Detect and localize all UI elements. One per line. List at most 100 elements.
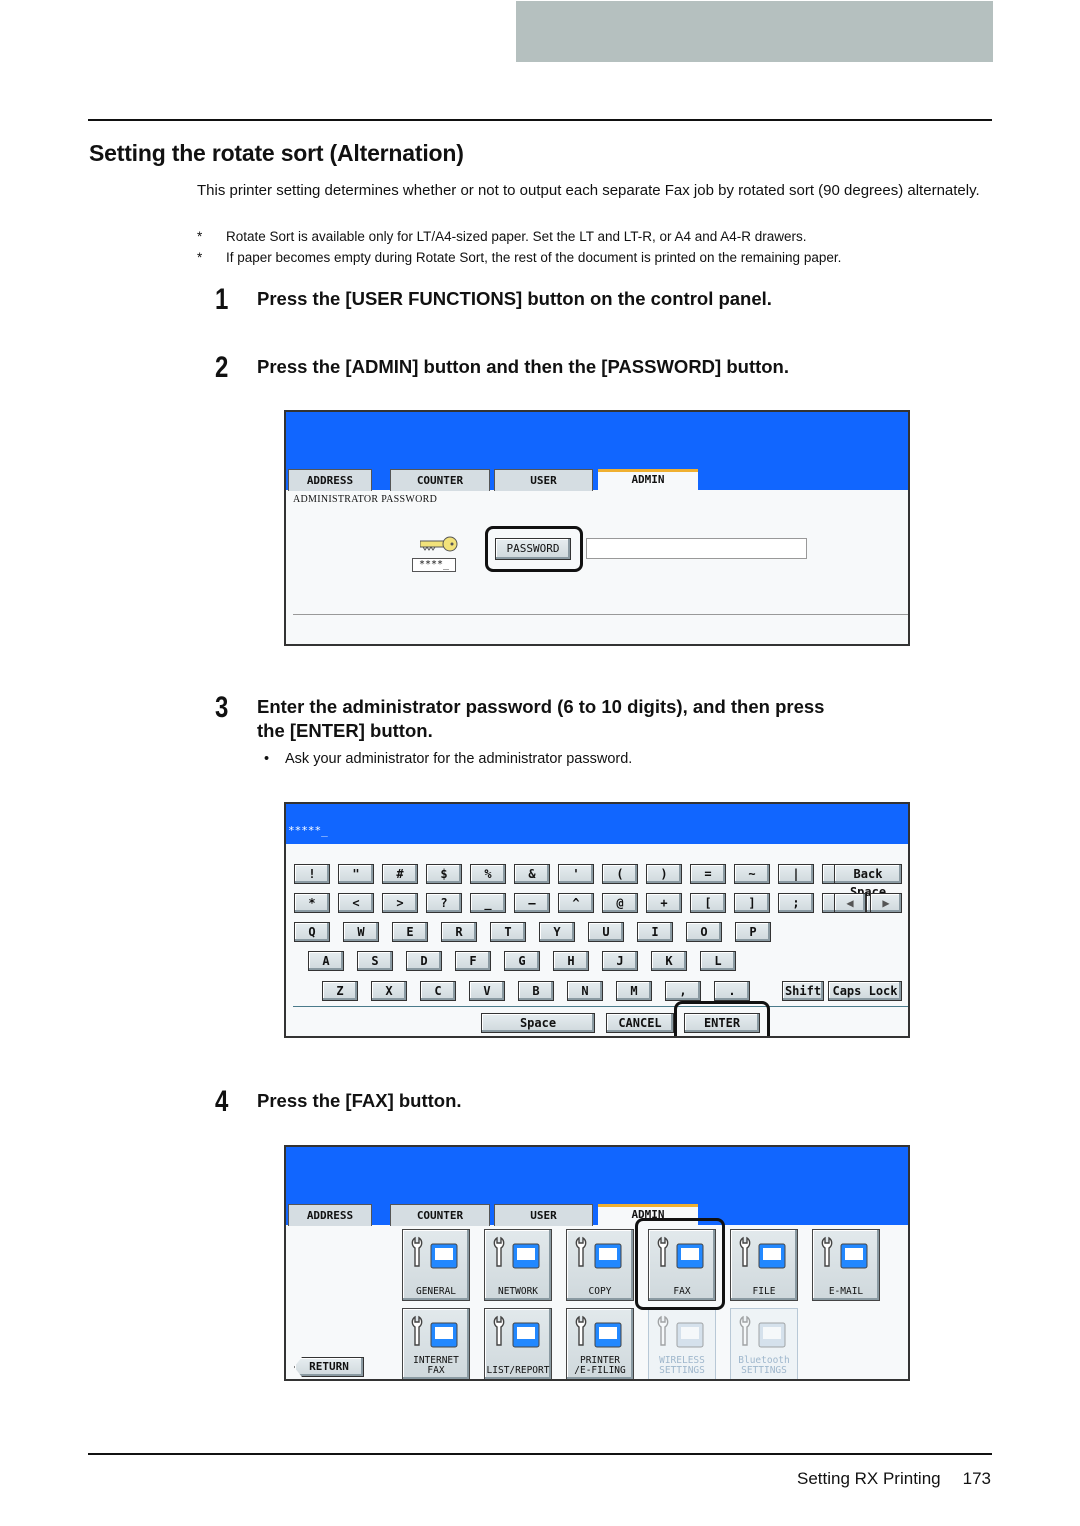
keyboard-key[interactable]: Z — [322, 981, 358, 1001]
keyboard-key[interactable]: # — [382, 864, 418, 884]
note-text: If paper becomes empty during Rotate Sor… — [226, 250, 842, 265]
settings-tile-list-report[interactable]: LIST/REPORT — [484, 1308, 552, 1379]
wireless-settings-icon — [657, 1315, 704, 1348]
keyboard-key[interactable]: C — [420, 981, 456, 1001]
screen-header-bar — [286, 1147, 908, 1225]
keyboard-key[interactable]: + — [646, 893, 682, 913]
keyboard-key[interactable]: ! — [294, 864, 330, 884]
tile-label: E-MAIL — [828, 1286, 864, 1297]
keyboard-key[interactable]: ^ — [558, 893, 594, 913]
keyboard-key[interactable]: * — [294, 893, 330, 913]
keyboard-key[interactable]: R — [441, 922, 477, 942]
keyboard-key[interactable]: < — [338, 893, 374, 913]
tab-admin[interactable]: ADMIN — [598, 469, 698, 493]
keyboard-key[interactable]: Y — [539, 922, 575, 942]
tab-counter[interactable]: COUNTER — [390, 469, 490, 491]
keyboard-key[interactable]: " — [338, 864, 374, 884]
keyboard-key[interactable]: , — [665, 981, 701, 1001]
general-settings-icon — [411, 1236, 458, 1269]
keyboard-key[interactable]: G — [504, 951, 540, 971]
tab-address[interactable]: ADDRESS — [288, 1204, 372, 1226]
masked-password-hint: ****_ — [412, 558, 456, 572]
arrow-left-key[interactable]: ◀ — [834, 893, 866, 913]
password-field[interactable] — [586, 538, 807, 559]
keyboard-key[interactable]: ) — [646, 864, 682, 884]
keyboard-key[interactable]: ( — [602, 864, 638, 884]
keyboard-key[interactable]: ? — [426, 893, 462, 913]
keyboard-key[interactable]: . — [714, 981, 750, 1001]
settings-tile-network[interactable]: NETWORK — [484, 1229, 552, 1301]
keyboard-key[interactable]: J — [602, 951, 638, 971]
settings-tile-copy[interactable]: COPY — [566, 1229, 634, 1301]
keyboard-key[interactable]: — — [514, 893, 550, 913]
page-number: 173 — [962, 1469, 991, 1488]
space-key[interactable]: Space — [481, 1013, 595, 1033]
caps-lock-key[interactable]: Caps Lock — [828, 981, 902, 1001]
settings-tile-internet-fax[interactable]: INTERNET FAX — [402, 1308, 470, 1379]
keyboard-key[interactable]: L — [700, 951, 736, 971]
internet-fax-settings-icon — [411, 1315, 458, 1348]
tab-user[interactable]: USER — [494, 469, 593, 491]
keyboard-key[interactable]: B — [518, 981, 554, 1001]
keyboard-key[interactable]: ; — [778, 893, 814, 913]
keyboard-key[interactable]: S — [357, 951, 393, 971]
keyboard-key[interactable]: ~ — [734, 864, 770, 884]
fax-button-highlight — [635, 1218, 725, 1310]
keyboard-key[interactable]: F — [455, 951, 491, 971]
keyboard-key[interactable]: % — [470, 864, 506, 884]
settings-tile-printer[interactable]: PRINTER/E-FILING — [566, 1308, 634, 1379]
password-input-display[interactable]: *****_ — [288, 824, 328, 837]
bullet-mark: • — [264, 751, 270, 767]
keyboard-key[interactable]: U — [588, 922, 624, 942]
keyboard-key[interactable]: X — [371, 981, 407, 1001]
tab-user[interactable]: USER — [494, 1204, 593, 1226]
step-text-line2: the [ENTER] button. — [257, 720, 433, 741]
keyboard-key[interactable]: & — [514, 864, 550, 884]
enter-key[interactable]: ENTER — [684, 1013, 760, 1033]
keyboard-key[interactable]: _ — [470, 893, 506, 913]
tab-counter[interactable]: COUNTER — [390, 1204, 490, 1226]
keyboard-key[interactable]: = — [690, 864, 726, 884]
keyboard-key[interactable]: H — [553, 951, 589, 971]
keyboard-key[interactable]: $ — [426, 864, 462, 884]
keyboard-key[interactable]: @ — [602, 893, 638, 913]
return-button[interactable]: RETURN — [294, 1357, 364, 1377]
divider — [293, 1006, 908, 1007]
step-text: Press the [ADMIN] button and then the [P… — [257, 356, 790, 377]
keyboard-key[interactable]: | — [778, 864, 814, 884]
arrow-right-key[interactable]: ▶ — [870, 893, 902, 913]
backspace-key[interactable]: Back Space — [834, 864, 902, 899]
cancel-key[interactable]: CANCEL — [606, 1013, 674, 1033]
keyboard-key[interactable]: N — [567, 981, 603, 1001]
keyboard-key[interactable]: P — [735, 922, 771, 942]
keyboard-key[interactable]: O — [686, 922, 722, 942]
settings-tile-file[interactable]: FILE — [730, 1229, 798, 1301]
top-rule — [88, 119, 992, 121]
copy-settings-icon — [575, 1236, 622, 1269]
note-text: Rotate Sort is available only for LT/A4-… — [226, 229, 807, 244]
keyboard-key[interactable]: [ — [690, 893, 726, 913]
keyboard-key[interactable]: K — [651, 951, 687, 971]
keyboard-key[interactable]: T — [490, 922, 526, 942]
keyboard-key[interactable]: V — [469, 981, 505, 1001]
keyboard-key[interactable]: A — [308, 951, 344, 971]
step-text: Press the [FAX] button. — [257, 1090, 462, 1111]
divider — [293, 614, 908, 615]
keyboard-key[interactable]: I — [637, 922, 673, 942]
bullet-text: Ask your administrator for the administr… — [285, 751, 633, 767]
keyboard-key[interactable]: D — [406, 951, 442, 971]
keyboard-key[interactable]: ] — [734, 893, 770, 913]
tab-address[interactable]: ADDRESS — [288, 469, 372, 491]
keyboard-key[interactable]: W — [343, 922, 379, 942]
settings-tile-e-mail[interactable]: E-MAIL — [812, 1229, 880, 1301]
keyboard-key[interactable]: E — [392, 922, 428, 942]
step-text-line1: Enter the administrator password (6 to 1… — [257, 696, 825, 717]
keyboard-key[interactable]: ' — [558, 864, 594, 884]
keyboard-key[interactable]: M — [616, 981, 652, 1001]
keyboard-key[interactable]: Q — [294, 922, 330, 942]
password-button[interactable]: PASSWORD — [495, 538, 571, 560]
settings-tile-general[interactable]: GENERAL — [402, 1229, 470, 1301]
shift-key[interactable]: Shift — [782, 981, 824, 1001]
step-3-bullet: • Ask your administrator for the administ… — [264, 751, 632, 767]
keyboard-key[interactable]: > — [382, 893, 418, 913]
